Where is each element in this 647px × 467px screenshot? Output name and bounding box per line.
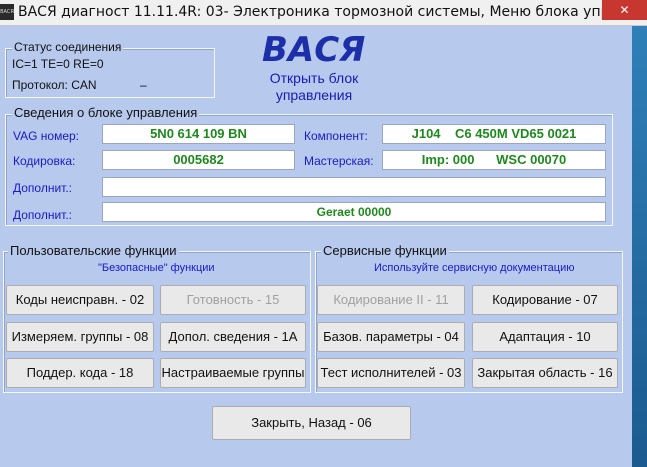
custom-groups-button[interactable]: Настраиваемые группы: [160, 358, 306, 388]
open-block-line2: управления: [275, 87, 353, 103]
workshop-field: Imp: 000 WSC 00070: [382, 150, 606, 170]
workshop-label: Мастерская:: [304, 154, 374, 168]
component-label: Компонент:: [304, 129, 368, 143]
connection-status-title: Статус соединения: [12, 40, 124, 54]
service-functions-title: Сервисные функции: [321, 243, 449, 258]
desktop-background-edge: [632, 26, 647, 467]
basic-settings-button[interactable]: Базов. параметры - 04: [317, 322, 465, 352]
user-functions-title: Пользовательские функции: [8, 243, 179, 258]
control-unit-title: Сведения о блоке управления: [12, 105, 200, 120]
user-functions-subtitle: "Безопасные" функции: [98, 262, 215, 274]
window-title: ВАСЯ диагност 11.11.4R: 03- Электроника …: [18, 4, 632, 20]
protocol-label: Протокол: CAN: [12, 78, 97, 92]
close-window-button[interactable]: ✕: [602, 0, 647, 20]
output-test-button[interactable]: Тест исполнителей - 03: [317, 358, 465, 388]
adaptation-button[interactable]: Адаптация - 10: [472, 322, 618, 352]
connection-status-line: IC=1 TE=0 RE=0: [12, 57, 104, 71]
extra-info-label-1: Дополнит.:: [13, 181, 73, 195]
security-access-button[interactable]: Закрытая область - 16: [472, 358, 618, 388]
coding-button[interactable]: Кодирование - 07: [472, 285, 618, 315]
additional-info-button[interactable]: Допол. сведения - 1A: [160, 322, 306, 352]
vag-number-field: 5N0 614 109 BN: [102, 124, 295, 144]
title-bar: ВАСЯ ВАСЯ диагност 11.11.4R: 03- Электро…: [0, 0, 647, 26]
coding-ii-button[interactable]: Кодирование II - 11: [317, 285, 465, 315]
open-block-line1: Открыть блок: [269, 70, 359, 86]
fault-codes-button[interactable]: Коды неисправн. - 02: [6, 285, 154, 315]
open-block-caption: Открыть блок управления: [250, 70, 378, 104]
extra-info-field-1: [102, 177, 606, 197]
extra-info-label-2: Дополнит.:: [13, 208, 73, 222]
readiness-button[interactable]: Готовность - 15: [160, 285, 306, 315]
extra-info-field-2: Geraet 00000: [102, 202, 606, 222]
code-support-button[interactable]: Поддер. кода - 18: [6, 358, 154, 388]
main-window: Статус соединения IC=1 TE=0 RE=0 Протоко…: [0, 26, 632, 467]
vag-number-label: VAG номер:: [13, 129, 80, 143]
measuring-groups-button[interactable]: Измеряем. группы - 08: [6, 322, 154, 352]
brand-logo: ВАСЯ: [262, 30, 366, 70]
coding-field: 0005682: [102, 150, 295, 170]
coding-label: Кодировка:: [13, 154, 76, 168]
protocol-dash: –: [140, 78, 147, 92]
close-back-button[interactable]: Закрыть, Назад - 06: [212, 406, 411, 440]
close-icon: ✕: [619, 3, 630, 17]
app-icon: ВАСЯ: [0, 4, 14, 20]
service-functions-subtitle: Используйте сервисную документацию: [374, 262, 575, 274]
component-field: J104 C6 450M VD65 0021: [382, 124, 606, 144]
